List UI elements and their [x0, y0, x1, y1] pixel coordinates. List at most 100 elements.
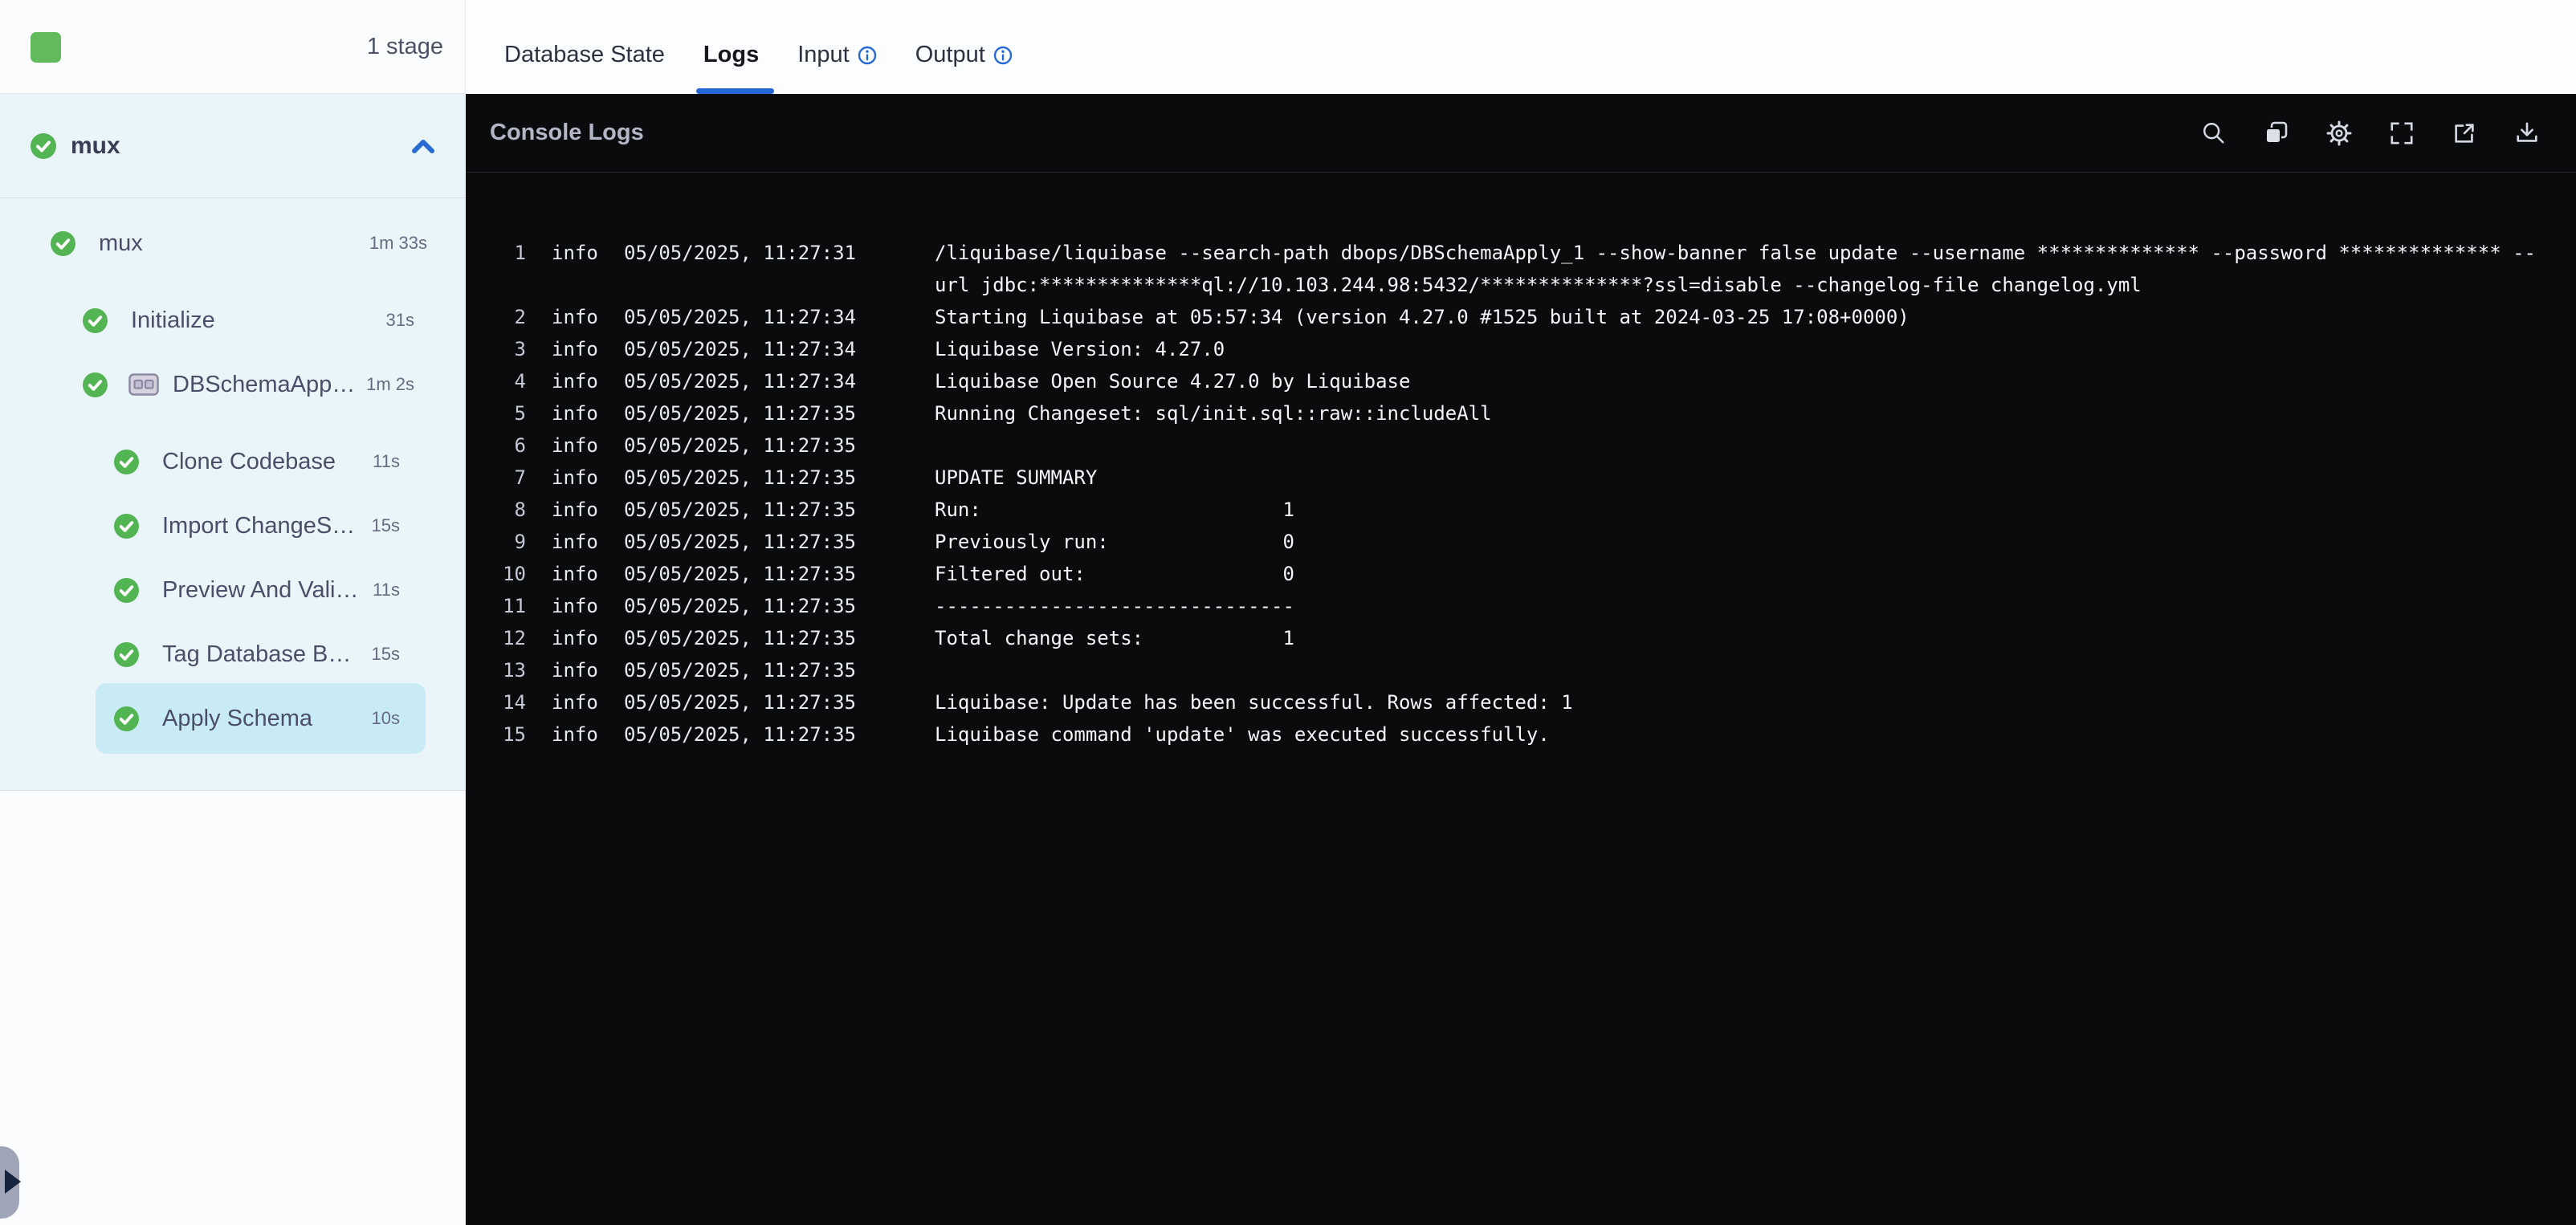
log-message — [935, 429, 2576, 462]
tree-item-preview-and-validate[interactable]: Preview And Vali… 11s — [114, 572, 400, 608]
log-timestamp: 05/05/2025, 11:27:34 — [624, 306, 856, 328]
log-level: info — [552, 434, 598, 457]
log-line: 7 info 05/05/2025, 11:27:35 UPDATE SUMMARY — [482, 462, 2576, 494]
tree-item-label: Initialize — [131, 307, 215, 333]
log-level: info — [552, 499, 598, 521]
tree-item-dbschemaapply[interactable]: DBSchemaApp… 1m 2s — [83, 367, 414, 402]
success-check-icon — [114, 449, 139, 474]
stage-count-label: 1 stage — [366, 34, 443, 59]
copy-icon[interactable] — [2263, 120, 2290, 147]
tree-item-apply-schema-selected[interactable]: Apply Schema 10s — [96, 683, 426, 754]
active-tab-underline — [696, 88, 774, 94]
log-line: 14 info 05/05/2025, 11:27:35 Liquibase: Upd… — [482, 686, 2576, 718]
log-line: 2 info 05/05/2025, 11:27:34 Starting Liquib… — [482, 301, 2576, 333]
log-timestamp: 05/05/2025, 11:27:35 — [624, 434, 856, 457]
expand-panel-handle[interactable] — [0, 1146, 21, 1219]
log-level: info — [552, 691, 598, 714]
tree-item-mux[interactable]: mux 1m 33s — [51, 226, 427, 261]
log-line-number: 10 — [503, 563, 526, 585]
log-line: 15 info 05/05/2025, 11:27:35 Liquibase comm… — [482, 718, 2576, 751]
log-line-number: 6 — [514, 434, 526, 457]
log-timestamp: 05/05/2025, 11:27:34 — [624, 338, 856, 360]
search-icon[interactable] — [2200, 120, 2228, 147]
log-line: 5 info 05/05/2025, 11:27:35 Running Changes… — [482, 397, 2576, 429]
tree-item-label: Clone Codebase — [162, 448, 336, 474]
tab-logs[interactable]: Logs — [703, 42, 759, 68]
log-line: 6 info 05/05/2025, 11:27:35 — [482, 429, 2576, 462]
log-line: 8 info 05/05/2025, 11:27:35 Run: 1 — [482, 494, 2576, 526]
log-message: Previously run: 0 — [935, 531, 1294, 553]
log-line-number: 5 — [514, 402, 526, 425]
success-check-icon — [31, 132, 56, 159]
stage-status-square-icon — [31, 32, 61, 63]
tree-item-initialize[interactable]: Initialize 31s — [83, 303, 414, 338]
log-line-number: 3 — [514, 338, 526, 360]
log-line-number: 4 — [514, 370, 526, 393]
log-timestamp: 05/05/2025, 11:27:35 — [624, 466, 856, 489]
tree-item-label: Apply Schema — [162, 705, 312, 731]
settings-gear-icon[interactable] — [2325, 120, 2353, 147]
log-message: Running Changeset: sql/init.sql::raw::in… — [935, 402, 1492, 425]
tree-item-label: Import ChangeS… — [162, 512, 356, 539]
log-timestamp: 05/05/2025, 11:27:35 — [624, 723, 856, 746]
open-in-new-icon[interactable] — [2451, 120, 2478, 147]
console-header: Console Logs — [466, 94, 2576, 173]
fullscreen-icon[interactable] — [2388, 120, 2415, 147]
tab-database-state[interactable]: Database State — [504, 42, 665, 68]
matrix-group-icon — [128, 373, 159, 396]
log-line: 13 info 05/05/2025, 11:27:35 — [482, 654, 2576, 686]
log-message: Liquibase: Update has been successful. R… — [935, 691, 1573, 714]
tab-label: Logs — [703, 42, 760, 67]
log-message: Liquibase command 'update' was executed … — [935, 723, 1550, 746]
tab-label: Database State — [504, 42, 665, 67]
log-level: info — [552, 723, 598, 746]
log-message: Filtered out: 0 — [935, 563, 1294, 585]
success-check-icon — [114, 706, 139, 731]
tree-item-duration: 10s — [371, 708, 400, 728]
log-line: 12 info 05/05/2025, 11:27:35 Total change s… — [482, 622, 2576, 654]
log-level: info — [552, 627, 598, 649]
download-icon[interactable] — [2513, 120, 2541, 147]
tree-item-label: DBSchemaApp… — [173, 371, 356, 397]
log-line-number: 13 — [503, 659, 526, 682]
tree-item-clone-codebase[interactable]: Clone Codebase 11s — [114, 444, 400, 479]
log-level: info — [552, 242, 598, 264]
log-message: Total change sets: 1 — [935, 627, 1294, 649]
log-message: Liquibase Version: 4.27.0 — [935, 338, 1225, 360]
log-line-number: 11 — [503, 595, 526, 617]
tree-item-tag-database[interactable]: Tag Database B… 15s — [114, 637, 400, 672]
collapse-stage-button[interactable] — [410, 94, 437, 198]
console-logs-panel: Console Logs 1 info 05/05/2025, 11:27:31… — [466, 94, 2576, 1225]
tree-item-label: Tag Database B… — [162, 641, 352, 667]
log-timestamp: 05/05/2025, 11:27:35 — [624, 627, 856, 649]
tree-item-duration: 15s — [371, 515, 400, 535]
stage-group-header[interactable]: mux — [0, 94, 466, 198]
log-scroll-area[interactable]: 1 info 05/05/2025, 11:27:31/liquibase/liqu… — [466, 173, 2576, 1225]
log-timestamp: 05/05/2025, 11:27:35 — [624, 499, 856, 521]
log-line: 11 info 05/05/2025, 11:27:35 --------------… — [482, 590, 2576, 622]
log-line: 10 info 05/05/2025, 11:27:35 Filtered out: … — [482, 558, 2576, 590]
log-line: 1 info 05/05/2025, 11:27:31/liquibase/liqu… — [482, 237, 2576, 301]
log-line-number: 9 — [514, 531, 526, 553]
log-level: info — [552, 338, 598, 360]
success-check-icon — [83, 372, 108, 397]
log-message: Starting Liquibase at 05:57:34 (version … — [935, 306, 1910, 328]
pipeline-sidebar: 1 stage mux mux 1m 33s Initialize 31s DB… — [0, 0, 466, 1225]
tree-item-label: mux — [99, 230, 143, 256]
sidebar-header: 1 stage — [0, 0, 466, 94]
tree-item-duration: 1m 33s — [369, 233, 427, 253]
log-message: ------------------------------- — [935, 595, 1294, 617]
tree-item-duration: 15s — [371, 644, 400, 664]
log-level: info — [552, 595, 598, 617]
tab-output[interactable]: Output — [915, 42, 1013, 68]
log-line-number: 8 — [514, 499, 526, 521]
log-timestamp: 05/05/2025, 11:27:35 — [624, 563, 856, 585]
tree-item-import-changesets[interactable]: Import ChangeS… 15s — [114, 508, 400, 543]
log-level: info — [552, 306, 598, 328]
log-level: info — [552, 466, 598, 489]
log-line-number: 2 — [514, 306, 526, 328]
tab-label: Input — [797, 42, 850, 67]
log-level: info — [552, 531, 598, 553]
log-message: UPDATE SUMMARY — [935, 466, 1098, 489]
tab-input[interactable]: Input — [797, 42, 877, 68]
